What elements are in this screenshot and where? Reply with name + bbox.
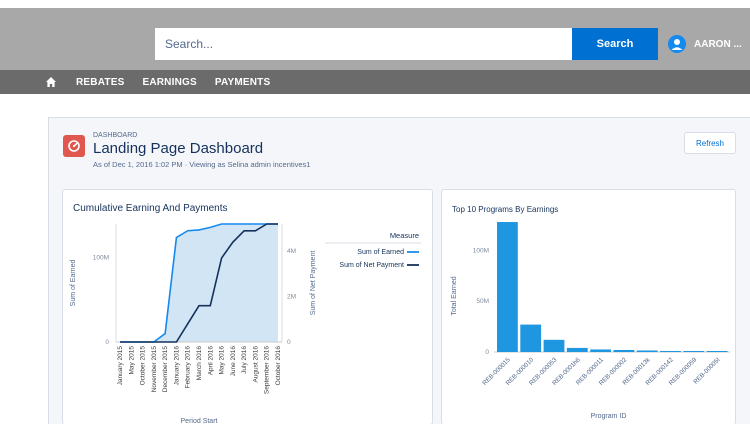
y-tick-label: 100M	[473, 247, 489, 254]
top-programs-chart-card: Top 10 Programs By Earnings 0 50M 100M Tota…	[441, 189, 736, 424]
user-avatar-icon	[668, 35, 686, 53]
cumulative-chart-card: Cumulative Earning And Payments 0 100M 0 2M…	[62, 189, 433, 424]
x-tick-label: October 2015	[140, 346, 147, 386]
bar	[636, 350, 658, 352]
y-right-tick-label: 2M	[287, 294, 296, 301]
top-programs-bar-chart: 050M100MTotal EarnedProgram IDREB-000015…	[451, 222, 730, 420]
nav-item-payments[interactable]: PAYMENTS	[215, 77, 271, 88]
x-tick-label: May 2016	[219, 346, 226, 375]
y-tick-label: 0	[105, 339, 109, 346]
y-right-axis-label: Sum of Net Payment	[310, 251, 317, 316]
y-axis-label: Sum of Earned	[70, 260, 77, 307]
x-tick-label: September 2016	[264, 346, 271, 394]
x-axis-label: Period Start	[181, 418, 218, 424]
y-right-tick-label: 0	[287, 339, 291, 346]
y-tick-label: 100M	[93, 255, 109, 262]
user-name: AARON ...	[694, 38, 742, 50]
legend-item-label: Sum of Earned	[357, 249, 404, 256]
dashboard-eyebrow: DASHBOARD	[93, 132, 138, 139]
x-tick-label: February 2016	[185, 346, 192, 389]
bar	[497, 222, 518, 352]
x-tick-label: January 2015	[117, 346, 124, 386]
x-tick-label: November 2015	[151, 346, 158, 393]
bar	[660, 350, 681, 352]
bar	[520, 324, 542, 352]
earned-area	[120, 224, 278, 342]
home-icon[interactable]	[44, 75, 58, 89]
refresh-button[interactable]: Refresh	[684, 132, 736, 154]
page-title: Landing Page Dashboard	[93, 140, 264, 157]
y-right-tick-label: 4M	[287, 248, 296, 255]
x-axis-label: Program ID	[591, 413, 627, 420]
nav-item-earnings[interactable]: EARNINGS	[142, 77, 196, 88]
bar	[590, 349, 611, 352]
x-tick-label: June 2016	[230, 346, 237, 377]
x-tick-label: July 2016	[241, 346, 248, 374]
nav-item-rebates[interactable]: REBATES	[76, 77, 124, 88]
bar	[706, 350, 728, 352]
global-header: Search AARON ...	[0, 8, 750, 70]
search-input[interactable]	[155, 28, 573, 60]
legend-title: Measure	[390, 231, 419, 240]
dashboard-meta: As of Dec 1, 2016 1:02 PM · Viewing as S…	[93, 160, 311, 169]
x-tick-label: January 2016	[173, 346, 180, 386]
x-tick-label: May 2015	[128, 346, 135, 375]
bar	[543, 339, 565, 352]
nav-bar: REBATES EARNINGS PAYMENTS	[0, 70, 750, 94]
cumulative-line-chart: 0 100M 0 2M 4M Sum of Earned Sum of Net Paymen…	[70, 223, 421, 424]
x-tick-label: December 2015	[162, 346, 169, 393]
bar	[566, 347, 588, 352]
x-tick-label: March 2016	[196, 346, 203, 381]
dashboard-header: DASHBOARD Landing Page Dashboard As of D…	[49, 118, 750, 178]
y-tick-label: 50M	[476, 298, 489, 305]
x-tick-label: October 2016	[275, 346, 282, 386]
x-tick-label: August 2016	[252, 346, 259, 383]
bar	[613, 349, 635, 352]
legend-item-label: Sum of Net Payment	[339, 262, 404, 269]
user-menu[interactable]: AARON ...	[668, 34, 750, 54]
y-tick-label: 0	[485, 349, 489, 356]
y-axis-label: Total Earned	[451, 276, 458, 315]
x-tick-label: April 2016	[207, 346, 214, 376]
bar	[683, 350, 705, 352]
search-button[interactable]: Search	[572, 28, 658, 60]
dashboard-icon	[63, 135, 85, 157]
dashboard-container: DASHBOARD Landing Page Dashboard As of D…	[48, 117, 750, 424]
